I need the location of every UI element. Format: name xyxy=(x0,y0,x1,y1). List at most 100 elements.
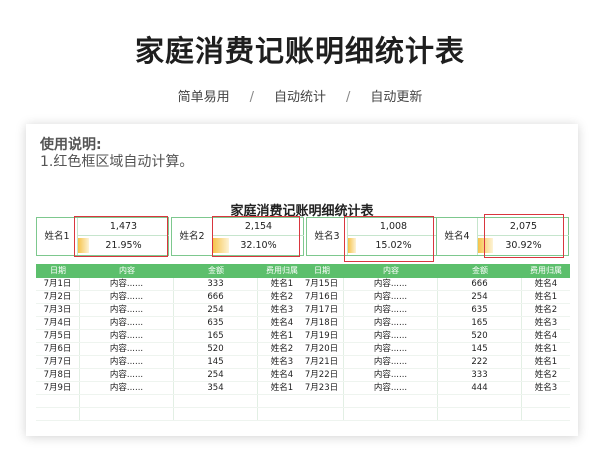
table-row-empty[interactable] xyxy=(36,408,306,421)
cell-amount: 254 xyxy=(174,369,258,381)
table-row[interactable]: 7月22日 内容...... 333 姓名2 xyxy=(300,369,570,382)
table-row[interactable]: 7月23日 内容...... 444 姓名3 xyxy=(300,382,570,395)
table-row-empty[interactable] xyxy=(300,395,570,408)
table-row[interactable]: 7月3日 内容...... 254 姓名3 xyxy=(36,304,306,317)
feature-auto-update: 自动更新 xyxy=(370,90,423,105)
col-date: 日期 xyxy=(50,266,66,275)
spreadsheet-preview: 使用说明: 1.红色框区域自动计算。 家庭消费记账明细统计表 姓名1 1,473… xyxy=(26,124,578,436)
table-row[interactable]: 7月4日 内容...... 635 姓名4 xyxy=(36,317,306,330)
cell-amount: 333 xyxy=(174,278,258,290)
cell-empty xyxy=(80,408,174,420)
cell-date: 7月17日 xyxy=(300,304,344,316)
table-row[interactable]: 7月2日 内容...... 666 姓名2 xyxy=(36,291,306,304)
cell-content: 内容...... xyxy=(80,330,174,342)
table-row[interactable]: 7月18日 内容...... 165 姓名3 xyxy=(300,317,570,330)
cell-amount: 145 xyxy=(438,343,522,355)
summary-name: 姓名3 xyxy=(314,231,340,242)
cell-empty xyxy=(258,395,306,407)
cell-content: 内容...... xyxy=(80,343,174,355)
page-title: 家庭消费记账明细统计表 xyxy=(134,34,465,68)
cell-owner: 姓名3 xyxy=(270,305,294,315)
table-header: 日期 内容 金额 费用归属 xyxy=(36,264,306,278)
cell-empty xyxy=(438,408,522,420)
cell-owner: 姓名3 xyxy=(534,318,558,328)
cell-date: 7月23日 xyxy=(300,382,344,394)
cell-content: 内容...... xyxy=(80,369,174,381)
cell-amount: 254 xyxy=(438,291,522,303)
table-row[interactable]: 7月17日 内容...... 635 姓名2 xyxy=(300,304,570,317)
cell-content: 内容...... xyxy=(344,317,438,329)
ledger-left: 日期 内容 金额 费用归属 7月1日 内容...... 333 姓名1 7月2日 内容.… xyxy=(36,264,306,432)
cell-content: 内容...... xyxy=(80,317,174,329)
cell-owner: 姓名2 xyxy=(270,344,294,354)
cell-date: 7月4日 xyxy=(36,317,80,329)
table-row[interactable]: 7月21日 内容...... 222 姓名1 xyxy=(300,356,570,369)
cell-content: 内容...... xyxy=(80,304,174,316)
table-row[interactable]: 7月20日 内容...... 145 姓名1 xyxy=(300,343,570,356)
cell-date: 7月9日 xyxy=(36,382,80,394)
cell-amount: 635 xyxy=(174,317,258,329)
cell-content: 内容...... xyxy=(344,382,438,394)
ledger-right: 日期 内容 金额 费用归属 7月15日 内容...... 666 姓名4 7月16日内… xyxy=(300,264,570,432)
cell-content: 内容...... xyxy=(344,278,438,290)
cell-amount: 635 xyxy=(438,304,522,316)
cell-owner: 姓名1 xyxy=(270,383,294,393)
feature-auto-stats: 自动统计 xyxy=(273,90,326,105)
col-owner: 费用归属 xyxy=(266,266,298,275)
cell-amount: 222 xyxy=(438,356,522,368)
col-content: 内容 xyxy=(383,266,399,275)
table-row[interactable]: 7月8日 内容...... 254 姓名4 xyxy=(36,369,306,382)
cell-date: 7月6日 xyxy=(36,343,80,355)
cell-content: 内容...... xyxy=(80,356,174,368)
summary-name: 姓名4 xyxy=(444,231,470,242)
auto-calc-highlight xyxy=(74,216,168,257)
table-row[interactable]: 7月1日 内容...... 333 姓名1 xyxy=(36,278,306,291)
cell-content: 内容...... xyxy=(344,369,438,381)
cell-owner: 姓名2 xyxy=(270,292,294,302)
feature-easy: 简单易用 xyxy=(177,90,230,105)
cell-owner: 姓名1 xyxy=(534,357,558,367)
table-row[interactable]: 7月6日 内容...... 520 姓名2 xyxy=(36,343,306,356)
cell-amount: 165 xyxy=(438,317,522,329)
cell-owner: 姓名2 xyxy=(534,370,558,380)
cell-owner: 姓名1 xyxy=(534,344,558,354)
table-row-empty[interactable] xyxy=(300,408,570,421)
table-row[interactable]: 7月7日 内容...... 145 姓名3 xyxy=(36,356,306,369)
cell-date: 7月18日 xyxy=(300,317,344,329)
table-row-empty[interactable] xyxy=(36,395,306,408)
cell-owner: 姓名4 xyxy=(270,318,294,328)
cell-content: 内容...... xyxy=(80,382,174,394)
col-date: 日期 xyxy=(314,266,330,275)
table-row[interactable]: 7月19日 内容...... 520 姓名4 xyxy=(300,330,570,343)
cell-amount: 254 xyxy=(174,304,258,316)
cell-date: 7月1日 xyxy=(36,278,80,290)
table-row[interactable]: 7月15日 内容...... 666 姓名4 xyxy=(300,278,570,291)
cell-owner: 姓名4 xyxy=(534,279,558,289)
summary-name: 姓名2 xyxy=(179,231,205,242)
cell-empty xyxy=(174,408,258,420)
cell-amount: 666 xyxy=(174,291,258,303)
auto-calc-highlight xyxy=(212,216,300,257)
col-content: 内容 xyxy=(119,266,135,275)
cell-amount: 520 xyxy=(438,330,522,342)
table-row[interactable]: 7月9日 内容...... 354 姓名1 xyxy=(36,382,306,395)
cell-owner: 姓名4 xyxy=(270,370,294,380)
cell-owner: 姓名2 xyxy=(534,305,558,315)
cell-date: 7月5日 xyxy=(36,330,80,342)
col-amount: 金额 xyxy=(208,266,224,275)
cell-empty xyxy=(438,395,522,407)
cell-empty xyxy=(300,395,344,407)
cell-empty xyxy=(36,395,80,407)
cell-content: 内容...... xyxy=(344,330,438,342)
table-row[interactable]: 7月5日 内容...... 165 姓名1 xyxy=(36,330,306,343)
cell-amount: 145 xyxy=(174,356,258,368)
cell-content: 内容...... xyxy=(344,291,438,303)
cell-empty xyxy=(36,408,80,420)
table-row[interactable]: 7月16日 内容...... 254 姓名1 xyxy=(300,291,570,304)
cell-empty xyxy=(522,395,570,407)
cell-content: 内容...... xyxy=(80,291,174,303)
cell-date: 7月21日 xyxy=(300,356,344,368)
cell-content: 内容...... xyxy=(344,356,438,368)
cell-empty xyxy=(174,395,258,407)
summary-name: 姓名1 xyxy=(44,231,70,242)
